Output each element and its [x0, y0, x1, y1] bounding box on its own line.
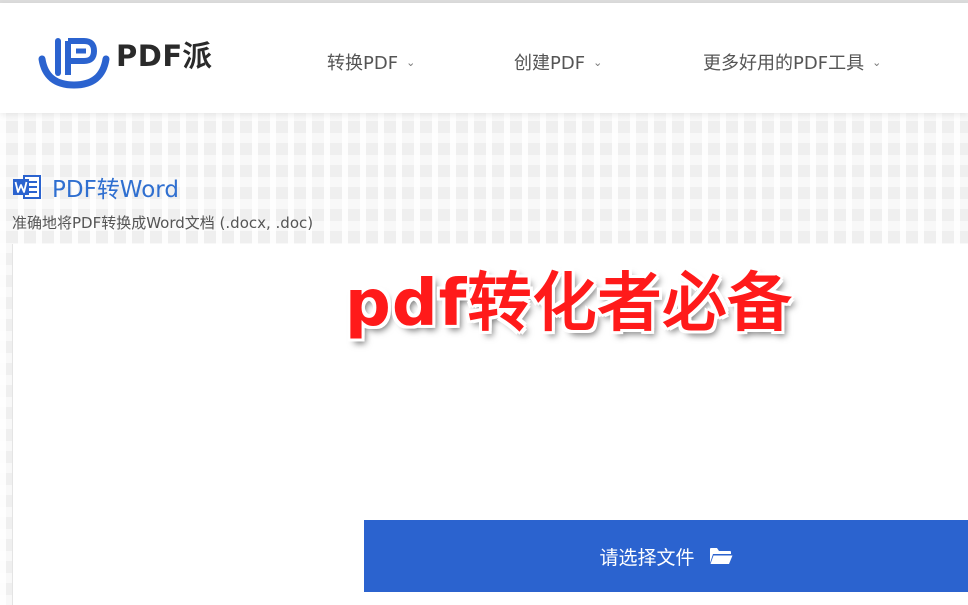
- choose-file-label: 请选择文件: [599, 546, 695, 569]
- choose-file-button[interactable]: 请选择文件: [364, 520, 968, 592]
- nav-create-pdf[interactable]: 创建PDF ⌄: [514, 49, 602, 75]
- page-title: PDF转Word: [52, 177, 179, 203]
- nav-create-pdf-label: 创建PDF: [514, 53, 586, 74]
- word-icon: [12, 172, 42, 202]
- chevron-down-icon: ⌄: [593, 55, 603, 69]
- pdfpai-logo-icon[interactable]: [38, 29, 110, 93]
- page: PDF派 转换PDF ⌄ 创建PDF ⌄ 更多好用的PDF工具 ⌄ PDF转Wo…: [0, 0, 968, 605]
- tool-heading: PDF转Word: [12, 170, 179, 204]
- tool-description: 准确地将PDF转换成Word文档 (.docx, .doc): [12, 214, 314, 232]
- nav-more-tools[interactable]: 更多好用的PDF工具 ⌄: [703, 49, 881, 75]
- brand-name[interactable]: PDF派: [116, 33, 212, 75]
- site-header: PDF派 转换PDF ⌄ 创建PDF ⌄ 更多好用的PDF工具 ⌄: [0, 3, 968, 113]
- chevron-down-icon: ⌄: [872, 55, 882, 69]
- chevron-down-icon: ⌄: [406, 55, 416, 69]
- nav-more-tools-label: 更多好用的PDF工具: [703, 53, 865, 74]
- promo-overlay-text: pdf转化者必备: [345, 267, 793, 341]
- folder-open-icon: [709, 546, 733, 566]
- nav-convert-pdf[interactable]: 转换PDF ⌄: [327, 49, 415, 75]
- nav-convert-pdf-label: 转换PDF: [327, 53, 399, 74]
